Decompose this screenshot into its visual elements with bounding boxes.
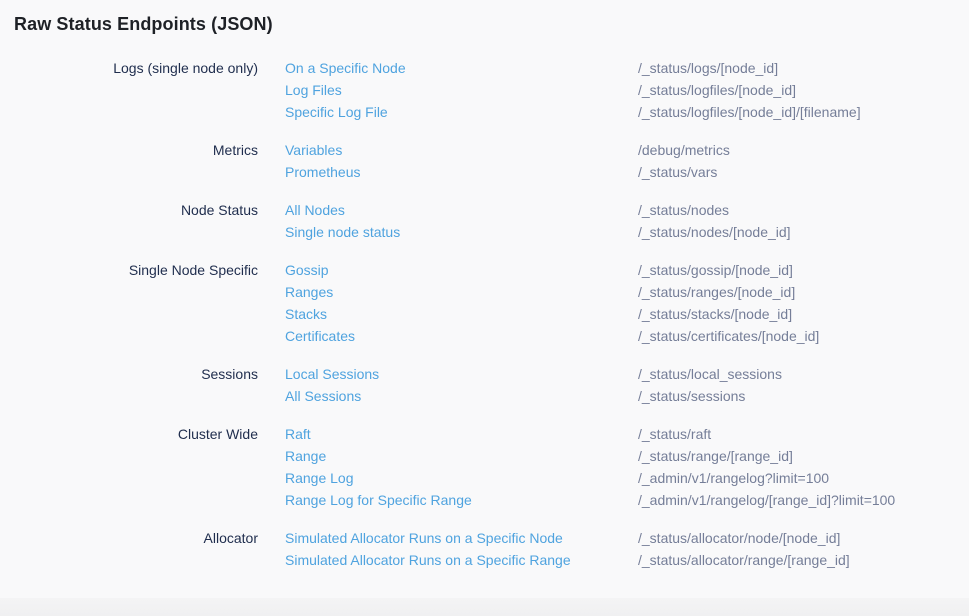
endpoint-path: /_status/logfiles/[node_id]/[filename] (638, 101, 969, 123)
endpoint-link[interactable]: All Nodes (285, 199, 611, 221)
endpoint-path: /_status/vars (638, 161, 969, 183)
endpoint-link[interactable]: Stacks (285, 303, 611, 325)
category-label: Metrics (0, 139, 258, 161)
section-sessions: Sessions Local Sessions /_status/local_s… (0, 363, 969, 407)
endpoint-link[interactable]: Ranges (285, 281, 611, 303)
endpoint-link[interactable]: Range Log for Specific Range (285, 489, 611, 511)
endpoint-path: /_status/nodes (638, 199, 969, 221)
section-node-status: Node Status All Nodes /_status/nodes Sin… (0, 199, 969, 243)
section-metrics: Metrics Variables /debug/metrics Prometh… (0, 139, 969, 183)
endpoint-path: /_status/ranges/[node_id] (638, 281, 969, 303)
endpoint-path: /_status/range/[range_id] (638, 445, 969, 467)
endpoint-path: /_status/allocator/node/[node_id] (638, 527, 969, 549)
endpoint-path: /_status/local_sessions (638, 363, 969, 385)
endpoint-path: /_status/gossip/[node_id] (638, 259, 969, 281)
endpoint-link[interactable]: Variables (285, 139, 611, 161)
endpoint-link[interactable]: Single node status (285, 221, 611, 243)
endpoint-link[interactable]: Local Sessions (285, 363, 611, 385)
endpoint-link[interactable]: Prometheus (285, 161, 611, 183)
endpoint-path: /_status/nodes/[node_id] (638, 221, 969, 243)
endpoint-path: /_admin/v1/rangelog/[range_id]?limit=100 (638, 489, 969, 511)
endpoint-link[interactable]: Certificates (285, 325, 611, 347)
endpoint-link[interactable]: Log Files (285, 79, 611, 101)
endpoint-path: /_status/stacks/[node_id] (638, 303, 969, 325)
endpoint-path: /_status/logs/[node_id] (638, 57, 969, 79)
category-label: Cluster Wide (0, 423, 258, 445)
endpoint-link[interactable]: All Sessions (285, 385, 611, 407)
endpoint-path: /_status/raft (638, 423, 969, 445)
endpoint-link[interactable]: Specific Log File (285, 101, 611, 123)
endpoints-table: Logs (single node only) On a Specific No… (0, 57, 969, 571)
endpoint-link[interactable]: Simulated Allocator Runs on a Specific R… (285, 549, 611, 571)
section-allocator: Allocator Simulated Allocator Runs on a … (0, 527, 969, 571)
section-cluster-wide: Cluster Wide Raft /_status/raft Range /_… (0, 423, 969, 511)
endpoint-path: /debug/metrics (638, 139, 969, 161)
endpoint-link[interactable]: Gossip (285, 259, 611, 281)
endpoint-path: /_admin/v1/rangelog?limit=100 (638, 467, 969, 489)
endpoint-path: /_status/certificates/[node_id] (638, 325, 969, 347)
category-label: Single Node Specific (0, 259, 258, 281)
section-single-node-specific: Single Node Specific Gossip /_status/gos… (0, 259, 969, 347)
page-title: Raw Status Endpoints (JSON) (14, 13, 969, 35)
endpoint-path: /_status/logfiles/[node_id] (638, 79, 969, 101)
endpoint-path: /_status/allocator/range/[range_id] (638, 549, 969, 571)
endpoint-link[interactable]: Range Log (285, 467, 611, 489)
endpoint-link[interactable]: Raft (285, 423, 611, 445)
category-label: Logs (single node only) (0, 57, 258, 79)
category-label: Sessions (0, 363, 258, 385)
endpoint-path: /_status/sessions (638, 385, 969, 407)
section-logs: Logs (single node only) On a Specific No… (0, 57, 969, 123)
endpoint-link[interactable]: Simulated Allocator Runs on a Specific N… (285, 527, 611, 549)
category-label: Allocator (0, 527, 258, 549)
bottom-band (0, 598, 969, 616)
endpoint-link[interactable]: On a Specific Node (285, 57, 611, 79)
category-label: Node Status (0, 199, 258, 221)
endpoint-link[interactable]: Range (285, 445, 611, 467)
